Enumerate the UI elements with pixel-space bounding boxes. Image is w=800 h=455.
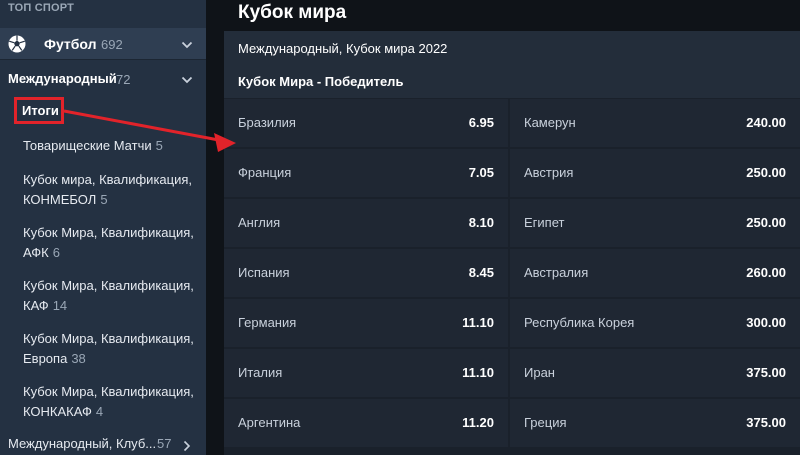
- odds-value: 6.95: [468, 115, 494, 130]
- odds-cell[interactable]: Бразилия 6.95: [224, 99, 508, 147]
- sport-count: 692: [101, 37, 123, 52]
- sidebar-item-label: КОНКАКАФ: [23, 404, 92, 419]
- team-name: Испания: [238, 265, 290, 280]
- region-name: Международный, Клуб...: [8, 436, 157, 451]
- soccer-ball-icon: [8, 35, 26, 53]
- page-title: Кубок мира: [238, 2, 347, 23]
- odds-cell[interactable]: Австралия 260.00: [510, 249, 800, 297]
- sidebar-sport-football[interactable]: Футбол 692: [0, 28, 206, 60]
- sport-name: Футбол: [44, 36, 97, 52]
- chevron-right-icon[interactable]: [183, 440, 191, 452]
- sidebar-item-label: Кубок Мира, Квалификация,: [23, 331, 194, 346]
- team-name: Греция: [524, 415, 567, 430]
- odds-cell[interactable]: Италия 11.10: [224, 349, 508, 397]
- sidebar-item-count: 14: [52, 298, 68, 313]
- odds-value: 375.00: [746, 365, 786, 380]
- odds-cell[interactable]: Египет 250.00: [510, 199, 800, 247]
- sidebar-item-label: Кубок Мира, Квалификация,: [23, 384, 194, 399]
- sidebar-item[interactable]: Товарищеские Матчи 5: [23, 136, 199, 156]
- chevron-down-icon[interactable]: [181, 76, 193, 84]
- team-name: Бразилия: [238, 115, 296, 130]
- team-name: Аргентина: [238, 415, 301, 430]
- team-name: Франция: [238, 165, 292, 180]
- sidebar-item-label: Кубок мира, Квалификация,: [23, 172, 193, 187]
- odds-value: 11.10: [462, 365, 494, 380]
- sidebar-item-label: АФК: [23, 245, 49, 260]
- sidebar-item-label: Европа: [23, 351, 68, 366]
- team-name: Австрия: [524, 165, 574, 180]
- region-count: 57: [157, 436, 172, 451]
- odds-value: 11.20: [462, 415, 494, 430]
- odds-cell[interactable]: Испания 8.45: [224, 249, 508, 297]
- market-title: Кубок Мира - Победитель: [238, 74, 404, 89]
- odds-value: 300.00: [746, 315, 786, 330]
- team-name: Египет: [524, 215, 565, 230]
- odds-value: 260.00: [746, 265, 786, 280]
- team-name: Англия: [238, 215, 281, 230]
- team-name: Иран: [524, 365, 555, 380]
- sidebar-item[interactable]: Кубок мира, Квалификация, КОНМЕБОЛ 5: [23, 170, 199, 210]
- odds-value: 8.10: [468, 215, 494, 230]
- team-name: Камерун: [524, 115, 576, 130]
- odds-cell[interactable]: Греция 375.00: [510, 399, 800, 447]
- chevron-down-icon[interactable]: [181, 41, 193, 49]
- team-name: Австралия: [524, 265, 589, 280]
- team-name: Италия: [238, 365, 283, 380]
- sidebar: ТОП СПОРТ Футбол 692 Международный 72 Ит…: [0, 0, 206, 455]
- odds-value: 11.10: [462, 315, 494, 330]
- odds-cell[interactable]: Аргентина 11.20: [224, 399, 508, 447]
- sidebar-item-label: Кубок Мира, Квалификация,: [23, 278, 194, 293]
- sidebar-item[interactable]: Кубок Мира, Квалификация, КОНКАКАФ 4: [23, 382, 199, 422]
- sidebar-region-international[interactable]: Международный 72: [0, 62, 206, 94]
- sidebar-item-itogi[interactable]: Итоги: [22, 103, 59, 118]
- sidebar-item-count: 38: [71, 351, 86, 366]
- sidebar-item-label: Кубок Мира, Квалификация,: [23, 225, 194, 240]
- sidebar-item[interactable]: Кубок Мира, Квалификация, КАФ 14: [23, 276, 199, 316]
- odds-cell[interactable]: Иран 375.00: [510, 349, 800, 397]
- odds-value: 250.00: [746, 165, 786, 180]
- event-subtitle: Международный, Кубок мира 2022: [238, 41, 448, 56]
- sidebar-item-count: 5: [155, 138, 163, 153]
- sidebar-item-count: 4: [95, 404, 104, 419]
- sidebar-item-label: КАФ: [23, 298, 49, 313]
- odds-value: 7.05: [468, 165, 494, 180]
- odds-cell[interactable]: Франция 7.05: [224, 149, 508, 197]
- region-count: 72: [116, 72, 131, 87]
- sidebar-item-count: 5: [100, 192, 108, 207]
- odds-value: 8.45: [468, 265, 494, 280]
- odds-cell[interactable]: Германия 11.10: [224, 299, 508, 347]
- top-sport-label: ТОП СПОРТ: [8, 2, 75, 14]
- sidebar-item-count: 6: [52, 245, 60, 260]
- odds-value: 250.00: [746, 215, 786, 230]
- odds-cell[interactable]: Республика Корея 300.00: [510, 299, 800, 347]
- team-name: Республика Корея: [524, 315, 635, 330]
- sidebar-item-label: КОНМЕБОЛ: [23, 192, 97, 207]
- sidebar-item-label: Товарищеские Матчи: [23, 138, 152, 153]
- odds-cell[interactable]: Англия 8.10: [224, 199, 508, 247]
- odds-value: 375.00: [746, 415, 786, 430]
- sidebar-item[interactable]: Кубок Мира, Квалификация, АФК 6: [23, 223, 199, 263]
- sidebar-region-international-clubs[interactable]: Международный, Клуб... 57: [0, 432, 206, 455]
- region-name: Международный: [8, 71, 117, 86]
- team-name: Германия: [238, 315, 297, 330]
- sidebar-item[interactable]: Кубок Мира, Квалификация, Европа 38: [23, 329, 199, 369]
- odds-cell[interactable]: Камерун 240.00: [510, 99, 800, 147]
- odds-value: 240.00: [746, 115, 786, 130]
- odds-cell[interactable]: Австрия 250.00: [510, 149, 800, 197]
